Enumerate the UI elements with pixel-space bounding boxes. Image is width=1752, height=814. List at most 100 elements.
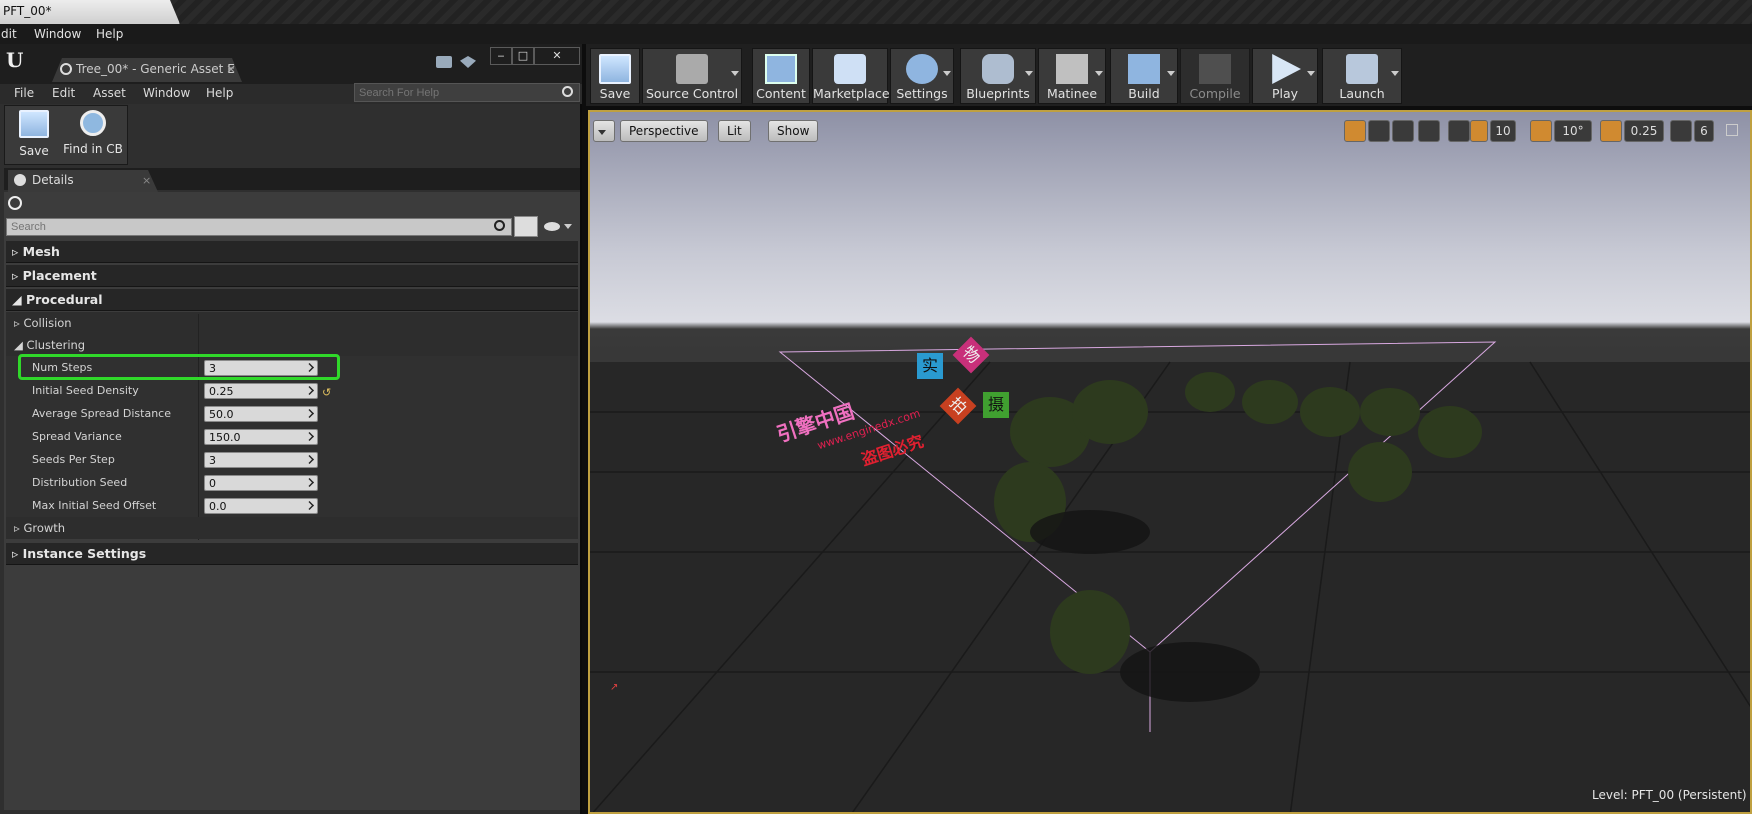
subcategory-collision[interactable]: ▹ Collision (6, 312, 578, 334)
save-button[interactable]: Save (12, 108, 56, 162)
grid-snap-icon[interactable] (1470, 120, 1488, 142)
play-button[interactable]: Play (1252, 48, 1318, 104)
menu-help-asset[interactable]: Help (206, 86, 233, 100)
spin-arrow-icon[interactable] (305, 478, 314, 487)
chevron-down-icon (598, 130, 606, 135)
ground-plane (590, 362, 1750, 812)
scale-snap-value[interactable]: 0.25 (1624, 120, 1664, 142)
chevron-down-icon[interactable] (1025, 71, 1033, 76)
grid-snap-value[interactable]: 10 (1490, 120, 1516, 142)
close-details-icon[interactable]: × (142, 174, 151, 187)
category-procedural[interactable]: ◢ Procedural (6, 289, 578, 311)
menu-file[interactable]: File (14, 86, 34, 100)
chevron-down-icon[interactable] (564, 224, 572, 229)
rotation-snap-value[interactable]: 10° (1554, 120, 1592, 142)
menu-edit[interactable]: dit (1, 27, 17, 41)
search-icon[interactable] (562, 86, 573, 97)
scale-snap-icon[interactable] (1600, 120, 1622, 142)
initial-seed-density-field[interactable]: 0.25 (204, 383, 318, 399)
spread-variance-field[interactable]: 150.0 (204, 429, 318, 445)
details-search-input[interactable] (6, 218, 512, 236)
matinee-button[interactable]: Matinee (1038, 48, 1106, 104)
toolbar-save-button[interactable]: Save (590, 48, 640, 104)
build-label: Build (1128, 86, 1160, 101)
menu-asset[interactable]: Asset (93, 86, 126, 100)
chevron-down-icon[interactable] (1307, 71, 1315, 76)
compile-button[interactable]: Compile (1180, 48, 1250, 104)
menu-window-asset[interactable]: Window (143, 86, 190, 100)
scale-mode-icon[interactable] (1392, 120, 1414, 142)
property-matrix-icon[interactable] (514, 216, 538, 237)
distribution-seed-field[interactable]: 0 (204, 475, 318, 491)
menu-edit-asset[interactable]: Edit (52, 86, 75, 100)
launch-button[interactable]: Launch (1322, 48, 1402, 104)
source-control-button[interactable]: Source Control (642, 48, 742, 104)
level-viewport[interactable]: ↗ (588, 110, 1752, 814)
show-button[interactable]: Show (768, 120, 819, 142)
blueprints-button[interactable]: Blueprints (960, 48, 1036, 104)
camera-speed-value[interactable]: 6 (1694, 120, 1714, 142)
column-divider[interactable] (198, 314, 199, 540)
marketplace-label: Marketplace (813, 86, 890, 101)
menu-help[interactable]: Help (96, 27, 123, 41)
menu-window[interactable]: Window (34, 27, 81, 41)
rotate-mode-icon[interactable] (1368, 120, 1390, 142)
clapperboard-icon (1056, 54, 1088, 84)
subcategory-clustering[interactable]: ◢ Clustering (6, 334, 578, 356)
eye-visibility-icon[interactable] (544, 222, 560, 231)
translate-mode-icon[interactable] (1344, 120, 1366, 142)
average-spread-distance-field[interactable]: 50.0 (204, 406, 318, 422)
subcategory-growth[interactable]: ▹ Growth (6, 517, 578, 539)
chat-icon[interactable] (436, 56, 452, 68)
maximize-viewport-icon[interactable] (1726, 124, 1738, 136)
subcategory-clustering-label: Clustering (26, 338, 86, 352)
category-mesh[interactable]: ▹ Mesh (6, 241, 578, 263)
rotation-snap-icon[interactable] (1530, 120, 1552, 142)
maximize-button[interactable]: □ (512, 47, 534, 65)
marketplace-icon (834, 54, 866, 84)
marketplace-button[interactable]: Marketplace (812, 48, 890, 104)
info-icon (14, 174, 26, 186)
build-button[interactable]: Build (1110, 48, 1178, 104)
reset-to-default-icon[interactable]: ↺ (322, 386, 331, 399)
asset-tab[interactable]: Tree_00* - Generic Asset E (52, 58, 242, 82)
surface-snap-icon[interactable] (1448, 120, 1470, 142)
content-button[interactable]: Content (752, 48, 810, 104)
close-button[interactable]: ✕ (534, 47, 580, 65)
show-label: Show (777, 124, 810, 138)
perspective-button[interactable]: Perspective (620, 120, 708, 142)
viewport-options-button[interactable] (593, 120, 615, 142)
max-initial-seed-offset-field[interactable]: 0.0 (204, 498, 318, 514)
spin-arrow-icon[interactable] (305, 501, 314, 510)
spin-arrow-icon[interactable] (305, 386, 314, 395)
distribution-seed-value: 0 (209, 477, 216, 490)
compile-label: Compile (1189, 86, 1241, 101)
find-in-cb-button[interactable]: Find in CB (60, 108, 126, 162)
chevron-down-icon[interactable] (731, 71, 739, 76)
spin-arrow-icon[interactable] (305, 409, 314, 418)
spin-arrow-icon[interactable] (305, 455, 314, 464)
settings-label: Settings (896, 86, 948, 101)
spin-arrow-icon[interactable] (305, 432, 314, 441)
highlight-box (18, 354, 340, 380)
camera-speed-icon[interactable] (1670, 120, 1692, 142)
details-tab[interactable]: Details (8, 170, 158, 192)
chevron-down-icon[interactable] (1391, 71, 1399, 76)
chevron-down-icon[interactable] (1095, 71, 1103, 76)
world-local-icon[interactable] (1418, 120, 1440, 142)
document-tab[interactable]: PFT_00* (0, 0, 180, 24)
level-indicator: Level: PFT_00 (Persistent) (1592, 788, 1747, 802)
lit-button[interactable]: Lit (718, 120, 751, 142)
category-placement[interactable]: ▹ Placement (6, 265, 578, 287)
help-search-input[interactable] (354, 83, 580, 102)
play-icon (1272, 54, 1301, 84)
category-instance-settings[interactable]: ▹ Instance Settings (6, 543, 578, 565)
minimize-button[interactable]: ‒ (490, 47, 512, 65)
seeds-per-step-field[interactable]: 3 (204, 452, 318, 468)
watermark-char: 摄 (983, 392, 1009, 418)
chevron-down-icon[interactable] (1167, 71, 1175, 76)
settings-button[interactable]: Settings (890, 48, 954, 104)
distribution-seed-label: Distribution Seed (32, 476, 128, 489)
chevron-down-icon[interactable] (943, 71, 951, 76)
close-tab-icon[interactable]: × (226, 62, 236, 76)
